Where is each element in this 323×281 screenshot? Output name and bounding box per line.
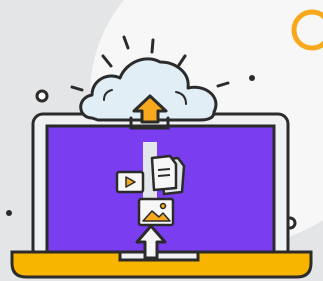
laptop-icon: [10, 112, 313, 279]
image-file-icon: [137, 197, 175, 227]
document-icon: [150, 154, 186, 196]
cloud-upload-illustration: [0, 0, 323, 281]
decorative-ring-left: [35, 89, 49, 103]
decorative-dot-left: [6, 210, 12, 216]
laptop-notch: [118, 250, 200, 262]
decorative-dot-right: [249, 75, 255, 81]
video-file-icon: [115, 170, 145, 194]
